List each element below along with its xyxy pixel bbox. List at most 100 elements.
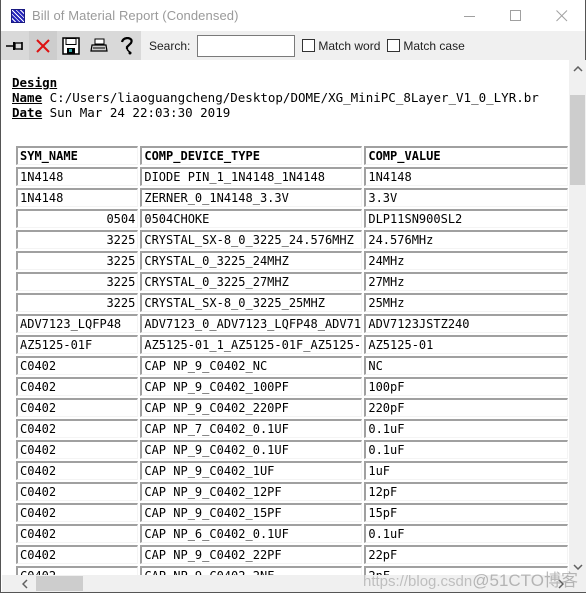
window-controls <box>447 0 585 31</box>
table-row: C0402CAP NP_9_C0402_2NF2nF <box>16 566 568 575</box>
printer-icon <box>90 38 108 52</box>
cell-sym-name: C0402 <box>16 440 139 459</box>
print-button[interactable] <box>85 31 113 60</box>
chevron-up-icon <box>572 65 583 72</box>
column-header-comp-value: COMP_VALUE <box>364 146 568 165</box>
title-bar: Bill of Material Report (Condensed) <box>1 0 585 31</box>
report-header: Design Name C:/Users/liaoguangcheng/Desk… <box>12 75 539 120</box>
chevron-right-icon <box>557 578 564 589</box>
table-row: C0402 CAP NP_9_C0402_22PF 22pF <box>16 545 568 564</box>
cell-sym-name: C0402 <box>16 461 139 480</box>
bom-table: SYM_NAME COMP_DEVICE_TYPE COMP_VALUE 1N4… <box>14 144 570 575</box>
table-row: 1N4148 ZERNER_0_1N4148_3.3V 3.3V <box>16 188 568 207</box>
cell-comp-value: AZ5125-01 <box>364 335 568 354</box>
match-word-checkbox[interactable]: Match word <box>302 39 380 53</box>
cell-comp-value: 100pF <box>364 377 568 396</box>
column-header-sym-name: SYM_NAME <box>16 146 139 165</box>
table-row: C0402 CAP NP_9_C0402_NC NC <box>16 356 568 375</box>
match-word-checkbox-box[interactable] <box>302 39 316 52</box>
scroll-left-button[interactable] <box>16 575 33 592</box>
help-button[interactable] <box>113 31 141 60</box>
cell-comp-value: 0.1uF <box>364 440 568 459</box>
table-row: 0504 0504CHOKE DLP11SN900SL2 <box>16 209 568 228</box>
scroll-right-button[interactable] <box>552 575 569 592</box>
cell-sym-name: C0402 <box>16 356 139 375</box>
cell-sym-name: 1N4148 <box>16 188 139 207</box>
horizontal-scroll-thumb[interactable] <box>36 576 83 591</box>
maximize-button[interactable] <box>493 0 539 31</box>
cell-comp-value: 12pF <box>364 482 568 501</box>
cell-comp-device-type: CAP NP_9_C0402_0.1UF <box>140 440 363 459</box>
name-label: Name <box>12 90 43 105</box>
scrollbar-corner <box>569 575 586 592</box>
cell-comp-device-type: 0504CHOKE <box>140 209 363 228</box>
save-button[interactable] <box>57 31 85 60</box>
table-row: C0402 CAP NP_9_C0402_0.1UF 0.1uF <box>16 440 568 459</box>
cell-comp-value: 24.576MHz <box>364 230 568 249</box>
close-button[interactable] <box>539 0 585 31</box>
table-row: C0402 CAP NP_7_C0402_0.1UF 0.1uF <box>16 419 568 438</box>
table-header-row: SYM_NAME COMP_DEVICE_TYPE COMP_VALUE <box>16 146 568 165</box>
match-case-checkbox[interactable]: Match case <box>387 39 465 53</box>
match-case-checkbox-box[interactable] <box>387 39 401 52</box>
design-path: C:/Users/liaoguangcheng/Desktop/DOME/XG_… <box>49 90 539 105</box>
cell-comp-value: ADV7123JSTZ240 <box>364 314 568 333</box>
table-row: 3225 CRYSTAL_0_3225_24MHZ 24MHz <box>16 251 568 270</box>
cell-sym-name: 3225 <box>16 293 139 312</box>
table-row: 3225 CRYSTAL_0_3225_27MHZ 27MHz <box>16 272 568 291</box>
cell-comp-value: 22pF <box>364 545 568 564</box>
minimize-icon <box>464 15 475 17</box>
table-row: C0402 CAP NP_9_C0402_1UF 1uF <box>16 461 568 480</box>
report-content: Design Name C:/Users/liaoguangcheng/Desk… <box>2 60 570 575</box>
cell-comp-device-type: CAP NP_7_C0402_0.1UF <box>140 419 363 438</box>
horizontal-scrollbar[interactable] <box>2 575 569 592</box>
cell-sym-name: C0402 <box>16 545 139 564</box>
cell-comp-value: 15pF <box>364 503 568 522</box>
scroll-up-button[interactable] <box>569 60 586 77</box>
cell-sym-name: C0402 <box>16 482 139 501</box>
cell-comp-value: 0.1uF <box>364 419 568 438</box>
toolbar-button-group <box>1 31 141 60</box>
table-row: ADV7123_LQFP48 ADV7123_0_ADV7123_LQFP48_A… <box>16 314 568 333</box>
minimize-button[interactable] <box>447 0 493 31</box>
cell-sym-name: C0402 <box>16 524 139 543</box>
cell-comp-value: 1N4148 <box>364 167 568 186</box>
table-row: 1N4148 DIODE PIN_1_1N4148_1N4148 1N4148 <box>16 167 568 186</box>
vertical-scrollbar[interactable] <box>569 60 586 575</box>
cell-comp-value: DLP11SN900SL2 <box>364 209 568 228</box>
cell-comp-value: 220pF <box>364 398 568 417</box>
table-body: 1N4148 DIODE PIN_1_1N4148_1N4148 1N4148 1N4… <box>16 167 568 575</box>
table-row: C0402 CAP NP_9_C0402_220PF 220pF <box>16 398 568 417</box>
bom-report-window: Bill of Material Report (Condensed) Sear… <box>0 0 586 593</box>
scroll-down-button[interactable] <box>569 558 586 575</box>
search-input[interactable] <box>197 34 296 57</box>
cell-comp-value: 25MHz <box>364 293 568 312</box>
cell-sym-name: C0402 <box>16 377 139 396</box>
cell-comp-device-type: ZERNER_0_1N4148_3.3V <box>140 188 363 207</box>
table-row: C0402 CAP NP_6_C0402_0.1UF 0.1uF <box>16 524 568 543</box>
maximize-icon <box>510 9 521 21</box>
red-x-icon <box>36 38 50 53</box>
table-row: 3225 CRYSTAL_SX-8_0_3225_25MHZ 25MHz <box>16 293 568 312</box>
cell-comp-device-type: CAP NP_9_C0402_220PF <box>140 398 363 417</box>
cell-comp-device-type: CAP NP_9_C0402_100PF <box>140 377 363 396</box>
cell-comp-device-type: CAP NP_9_C0402_NC <box>140 356 363 375</box>
cell-comp-value: 2nF <box>364 566 568 575</box>
question-mark-icon <box>120 36 133 54</box>
vertical-scroll-thumb[interactable] <box>570 95 585 185</box>
match-word-label: Match word <box>318 38 381 53</box>
cell-sym-name: AZ5125-01F <box>16 335 139 354</box>
cell-comp-value: NC <box>364 356 568 375</box>
date-label: Date <box>12 105 43 120</box>
table-row: 3225 CRYSTAL_SX-8_0_3225_24.576MHZ 24.576M… <box>16 230 568 249</box>
cell-comp-device-type: CRYSTAL_0_3225_27MHZ <box>140 272 363 291</box>
cell-comp-value: 3.3V <box>364 188 568 207</box>
column-header-comp-device-type: COMP_DEVICE_TYPE <box>140 146 363 165</box>
cell-comp-device-type: CAP NP_9_C0402_15PF <box>140 503 363 522</box>
cell-sym-name: C0402 <box>16 419 139 438</box>
table-row: C0402 CAP NP_9_C0402_12PF 12pF <box>16 482 568 501</box>
cell-comp-value: 1uF <box>364 461 568 480</box>
pin-button[interactable] <box>1 31 29 60</box>
close-report-button[interactable] <box>29 31 57 60</box>
app-icon <box>11 8 25 23</box>
